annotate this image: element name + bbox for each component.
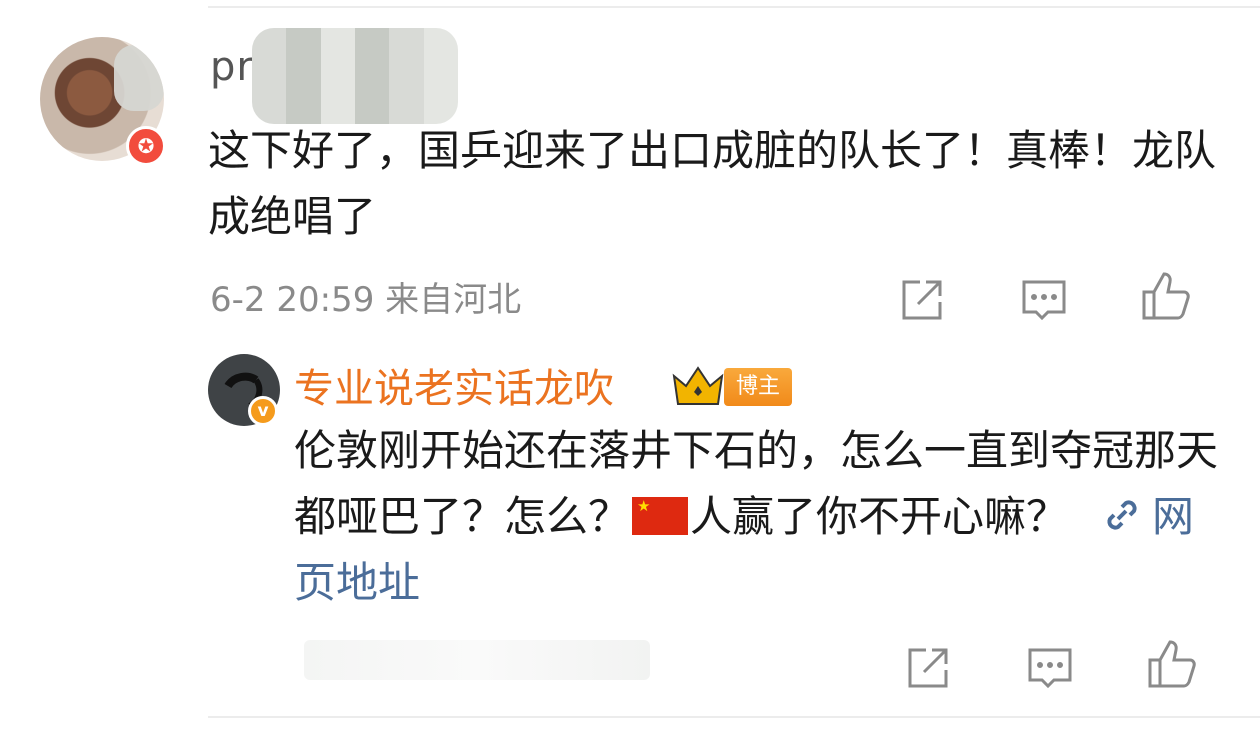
- share-icon[interactable]: [896, 274, 948, 326]
- avatar-blur: [114, 45, 164, 111]
- comment-text: 这下好了，国乒迎来了出口成脏的队长了！真棒！龙队成绝唱了: [208, 126, 1217, 241]
- reply-text: 伦敦刚开始还在落井下石的，怎么一直到夺冠那天都哑巴了？怎么？人赢了你不开心嘛？网…: [294, 418, 1224, 616]
- red-star-badge-icon: ✪: [126, 126, 166, 166]
- top-divider: [208, 6, 1260, 8]
- comment-icon[interactable]: [1018, 274, 1070, 326]
- thumbs-up-icon[interactable]: [1140, 270, 1192, 322]
- reply-username[interactable]: 专业说老实话龙吹: [294, 356, 614, 414]
- crown-icon: [670, 364, 726, 408]
- share-icon[interactable]: [902, 642, 954, 694]
- username-mosaic: [252, 28, 458, 124]
- blurred-meta: [304, 640, 650, 680]
- comment-meta: 6-2 20:59 来自河北: [210, 280, 522, 320]
- bottom-divider: [208, 716, 1260, 718]
- link-icon[interactable]: [1100, 490, 1144, 534]
- china-flag-icon: [632, 497, 689, 535]
- comment-icon[interactable]: [1024, 642, 1076, 694]
- thumbs-up-icon[interactable]: [1146, 638, 1198, 690]
- verified-icon: v: [248, 396, 278, 426]
- blogger-badge: 博主: [724, 368, 792, 406]
